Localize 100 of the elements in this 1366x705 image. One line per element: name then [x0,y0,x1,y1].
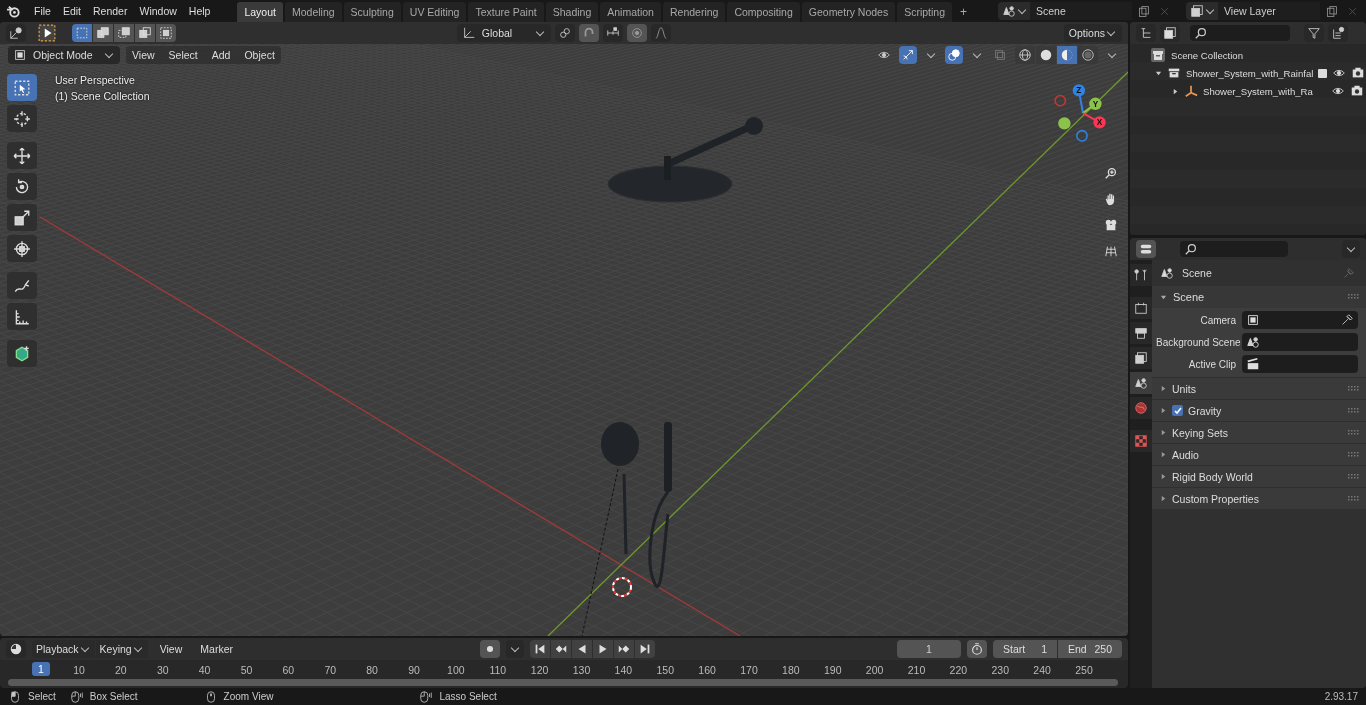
jump-end-icon[interactable] [635,640,656,659]
workspace-tab[interactable]: Layout [237,2,283,22]
workspace-tab[interactable]: Rendering [662,2,726,22]
navigation-gizmo-drawing[interactable]: Z Y X [1052,80,1114,142]
outliner-item[interactable]: Shower_System_with_Ra [1203,85,1313,97]
workspace-tab[interactable]: Texture Paint [468,2,544,22]
tool-button[interactable] [7,204,37,231]
properties-tab[interactable] [1130,297,1152,319]
camera-icon[interactable] [1349,84,1364,98]
workspace-tab[interactable]: Animation [600,2,661,22]
workspace-tab[interactable]: Shading [545,2,599,22]
camera-field[interactable] [1242,311,1358,329]
start-frame-field[interactable]: Start 1 [993,640,1057,659]
new-collection-icon[interactable] [1328,24,1348,42]
timeline-dropdown[interactable]: Keying [95,640,148,659]
record-icon[interactable] [480,640,501,659]
drag-handle-icon[interactable] [1348,429,1360,436]
play-icon[interactable] [593,640,614,659]
horizontal-scrollbar[interactable] [8,678,1118,686]
editor-type-button[interactable] [1136,240,1156,258]
tool-button[interactable] [7,272,37,299]
copy-icon[interactable] [1325,4,1338,18]
exclude-checkbox[interactable] [1318,68,1328,78]
eyedropper-icon[interactable] [1340,313,1354,327]
menu-item[interactable]: Render [88,5,133,17]
workspace-tab[interactable]: Modeling [284,2,342,22]
selection-mode-button[interactable] [72,24,92,42]
viewport-menu[interactable]: Select [162,46,204,64]
playhead-frame-marker[interactable]: 1 [32,662,50,677]
workspace-tab[interactable]: UV Editing [402,2,467,22]
magnet-snap-icon[interactable] [578,24,599,42]
expand-arrow-icon[interactable] [1172,87,1179,95]
play-reverse-icon[interactable] [572,640,593,659]
expand-arrow-icon[interactable] [1155,69,1162,77]
orientation-dropdown[interactable]: Global [456,24,551,42]
drag-handle-icon[interactable] [1348,451,1360,458]
display-mode-button[interactable] [1160,24,1180,42]
tool-button[interactable] [7,142,37,169]
filter-icon[interactable] [1304,24,1324,42]
editor-type-button[interactable] [1136,24,1156,42]
menu-item[interactable]: File [29,5,56,17]
options-dropdown[interactable]: Options [1063,24,1122,42]
drag-handle-icon[interactable] [1348,473,1360,480]
drag-handle-icon[interactable] [1348,385,1360,392]
copy-icon[interactable] [1137,4,1150,18]
properties-tab[interactable] [1130,372,1152,394]
proportional-edit-icon[interactable] [626,24,647,42]
workspace-tab[interactable]: Geometry Nodes [801,2,896,22]
timeline-menu[interactable]: Marker [194,640,239,659]
jump-start-icon[interactable] [530,640,551,659]
properties-tab[interactable] [1130,264,1152,286]
clip-field[interactable] [1242,355,1358,373]
expand-arrow-icon[interactable] [1160,451,1167,458]
drag-handle-icon[interactable] [1348,495,1360,502]
mode-dropdown[interactable]: Object Mode [8,46,120,64]
menu-item[interactable]: Help [183,5,216,17]
selection-mode-button[interactable] [93,24,113,42]
editor-type-button[interactable] [6,24,26,42]
expand-arrow-icon[interactable] [1160,293,1167,301]
timeline-menu[interactable]: View [153,640,189,659]
tool-button[interactable] [7,340,37,367]
select-tool-icon[interactable] [38,24,56,42]
viewport-menu[interactable]: Object [238,46,281,64]
shading-mode-button[interactable] [1078,46,1098,64]
outliner-item[interactable]: Scene Collection [1171,49,1243,61]
drag-handle-icon[interactable] [1348,294,1360,300]
expand-arrow-icon[interactable] [1160,407,1167,414]
expand-arrow-icon[interactable] [1160,429,1167,436]
panel-header[interactable]: Scene [1173,291,1205,303]
menu-item[interactable]: Edit [57,5,86,17]
tool-button[interactable] [7,235,37,262]
scene-field[interactable] [1242,333,1358,351]
tool-button[interactable] [7,105,37,132]
workspace-tab[interactable]: Compositing [727,2,800,22]
shading-mode-button[interactable] [1015,46,1035,64]
properties-tab[interactable] [1130,322,1152,344]
panel-header[interactable]: Keying Sets [1172,426,1229,439]
search-field[interactable] [1180,241,1288,257]
search-field[interactable] [1190,25,1290,41]
outliner-item[interactable]: Shower_System_with_Rainfal [1186,67,1314,79]
falloff-curve-icon[interactable] [650,24,671,42]
tool-button[interactable] [7,303,37,330]
scene-selector[interactable]: Scene [998,2,1132,20]
selection-mode-button[interactable] [114,24,134,42]
checkbox[interactable] [1172,405,1183,416]
tool-button[interactable] [7,173,37,200]
shading-mode-button[interactable] [1057,46,1077,64]
current-frame-field[interactable]: 1 [897,640,961,659]
snap-increment-icon[interactable] [602,24,623,42]
expand-arrow-icon[interactable] [1160,385,1167,392]
shading-mode-button[interactable] [1036,46,1056,64]
next-keyframe-icon[interactable] [614,640,635,659]
selection-mode-button[interactable] [156,24,176,42]
workspace-tab[interactable]: Sculpting [343,2,401,22]
properties-tab[interactable] [1130,430,1152,452]
overlays-icon[interactable] [945,46,963,64]
tool-button[interactable] [7,74,37,101]
menu-item[interactable]: Window [134,5,182,17]
stopwatch-icon[interactable] [967,640,987,659]
view-layer-selector[interactable]: View Layer [1186,2,1320,20]
